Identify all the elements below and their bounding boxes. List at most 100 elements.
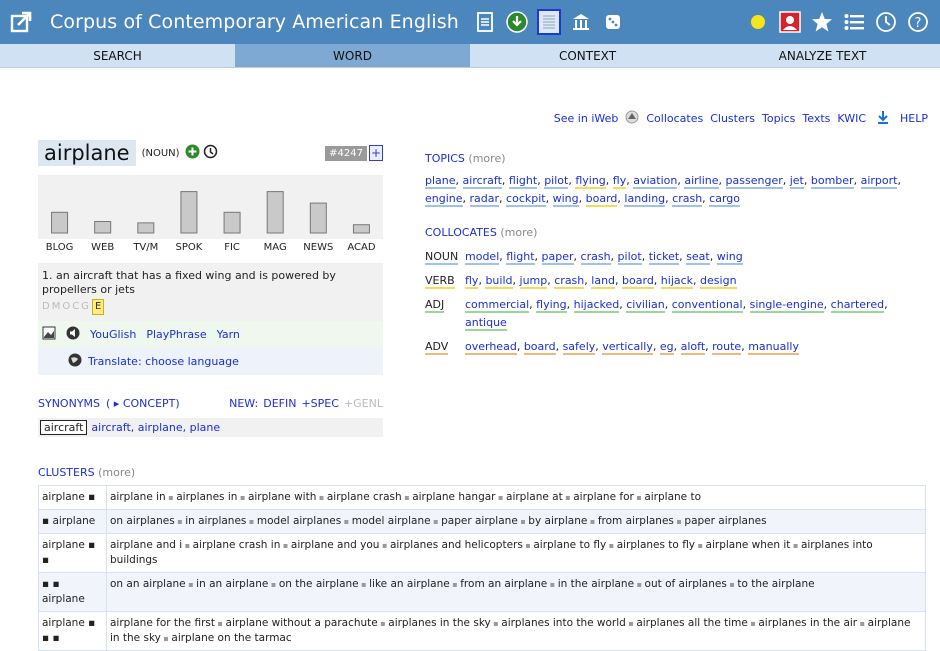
collocate-link[interactable]: aloft [680, 340, 706, 355]
collocate-link[interactable]: paper [541, 250, 574, 265]
collocate-link[interactable]: civilian [626, 298, 665, 313]
genre-bar-web[interactable] [94, 221, 112, 234]
topic-link[interactable]: wing [552, 192, 579, 207]
collocate-link[interactable]: hijacked [573, 298, 620, 313]
external-link-icon[interactable] [10, 11, 32, 33]
topic-link[interactable]: aviation [633, 174, 678, 189]
cluster-item[interactable]: airplanes in the air [758, 617, 857, 629]
tab-search[interactable]: SEARCH [0, 44, 235, 67]
cluster-item[interactable]: airplanes to fly [617, 539, 695, 551]
cluster-item[interactable]: to the airplane [737, 578, 814, 590]
translate-link[interactable]: Translate: choose language [88, 355, 239, 368]
collocate-link[interactable]: overhead [465, 340, 517, 355]
collocate-link[interactable]: vertically [602, 340, 653, 355]
cluster-item[interactable]: airplane in [110, 491, 166, 503]
defin-link[interactable]: DEFIN [263, 397, 296, 410]
collocate-link[interactable]: ticket [648, 250, 680, 265]
cluster-item[interactable]: airplane and you [291, 539, 380, 551]
topic-link[interactable]: radar [469, 192, 500, 207]
collocate-link[interactable]: antique [465, 316, 507, 331]
cluster-item[interactable]: paper airplane [441, 515, 518, 527]
collocate-link[interactable]: flight [506, 250, 535, 265]
genre-codes[interactable]: DMOCG [42, 300, 91, 314]
image-icon[interactable] [42, 326, 56, 343]
cluster-item[interactable]: airplane hangar [412, 491, 495, 503]
topic-link[interactable]: flight [508, 174, 538, 189]
collocate-link[interactable]: hijack [660, 274, 694, 289]
cluster-item[interactable]: from airplanes [598, 515, 674, 527]
collocate-link[interactable]: wing [716, 250, 743, 265]
topics-link[interactable]: Topics [762, 112, 795, 125]
history-clock-icon[interactable] [874, 10, 898, 34]
topic-link[interactable]: bomber [810, 174, 854, 189]
yellow-dot-icon[interactable] [746, 10, 770, 34]
kwic-link[interactable]: KWIC [837, 112, 866, 125]
topic-link[interactable]: airport [860, 174, 898, 189]
topic-link[interactable]: crash [672, 192, 703, 207]
synonym-chip[interactable]: aircraft [40, 420, 88, 435]
collocate-link[interactable]: commercial [465, 298, 530, 313]
genre-badge[interactable]: E [91, 299, 105, 315]
cluster-item[interactable]: on an airplane [110, 578, 186, 590]
collocate-link[interactable]: pilot [617, 250, 642, 265]
topic-link[interactable]: cockpit [506, 192, 546, 207]
cluster-item[interactable]: by airplane [528, 515, 587, 527]
tab-analyze-text[interactable]: ANALYZE TEXT [705, 44, 940, 67]
topic-link[interactable]: passenger [725, 174, 783, 189]
topics-title[interactable]: TOPICS (more) [425, 150, 925, 168]
cluster-item[interactable]: airplane when it [706, 539, 791, 551]
star-icon[interactable] [810, 10, 834, 34]
cluster-item[interactable]: airplanes and helicopters [390, 539, 523, 551]
collocate-link[interactable]: build [485, 274, 513, 289]
clusters-title[interactable]: CLUSTERS (more) [38, 466, 926, 479]
topic-link[interactable]: engine [425, 192, 463, 207]
topic-link[interactable]: flying [575, 174, 606, 189]
topic-link[interactable]: landing [624, 192, 666, 207]
download-icon[interactable] [877, 110, 889, 127]
collocate-link[interactable]: manually [748, 340, 799, 355]
list-icon[interactable] [842, 10, 866, 34]
cluster-item[interactable]: out of airplanes [645, 578, 727, 590]
cluster-item[interactable]: airplane at [506, 491, 563, 503]
rank-plus-button[interactable]: + [369, 145, 383, 161]
collocate-link[interactable]: route [712, 340, 742, 355]
genre-bar-news[interactable] [309, 202, 327, 234]
genre-bar-tv-m[interactable] [137, 222, 155, 234]
collocates-title[interactable]: COLLOCATES (more) [425, 224, 925, 242]
collocate-link[interactable]: jump [519, 274, 548, 289]
synonyms-title[interactable]: SYNONYMS [38, 397, 100, 410]
topic-link[interactable]: cargo [709, 192, 741, 207]
cluster-item[interactable]: paper airplanes [684, 515, 766, 527]
collocate-link[interactable]: crash [554, 274, 585, 289]
cluster-item[interactable]: airplane for the first [110, 617, 215, 629]
clusters-link[interactable]: Clusters [710, 112, 755, 125]
clusters-more[interactable]: (more) [98, 466, 135, 479]
collocate-link[interactable]: crash [580, 250, 611, 265]
youglish-link[interactable]: YouGlish [90, 328, 136, 341]
collocate-link[interactable]: design [700, 274, 737, 289]
texts-link[interactable]: Texts [802, 112, 830, 125]
playphrase-link[interactable]: PlayPhrase [146, 328, 206, 341]
history-icon[interactable] [203, 144, 218, 162]
collocate-link[interactable]: conventional [671, 298, 743, 313]
topic-link[interactable]: board [585, 192, 618, 207]
cluster-item[interactable]: airplanes in the sky [388, 617, 490, 629]
cluster-item[interactable]: on airplanes [110, 515, 175, 527]
help-link[interactable]: HELP [900, 112, 928, 125]
cluster-item[interactable]: on the airplane [279, 578, 359, 590]
tab-word[interactable]: WORD [235, 44, 470, 67]
download-circle-icon[interactable] [505, 10, 529, 34]
tab-context[interactable]: CONTEXT [470, 44, 705, 67]
topic-link[interactable]: pilot [544, 174, 569, 189]
topic-link[interactable]: aircraft [462, 174, 502, 189]
topics-more[interactable]: (more) [468, 152, 505, 165]
collocate-link[interactable]: board [622, 274, 654, 289]
cluster-item[interactable]: airplanes in [176, 491, 237, 503]
user-profile-icon[interactable] [778, 10, 802, 34]
audio-icon[interactable] [66, 326, 80, 343]
cluster-item[interactable]: airplane and i [110, 539, 182, 551]
topic-link[interactable]: jet [789, 174, 804, 189]
dice-icon[interactable] [601, 10, 625, 34]
yarn-link[interactable]: Yarn [217, 328, 240, 341]
genre-bar-fic[interactable] [223, 211, 241, 234]
